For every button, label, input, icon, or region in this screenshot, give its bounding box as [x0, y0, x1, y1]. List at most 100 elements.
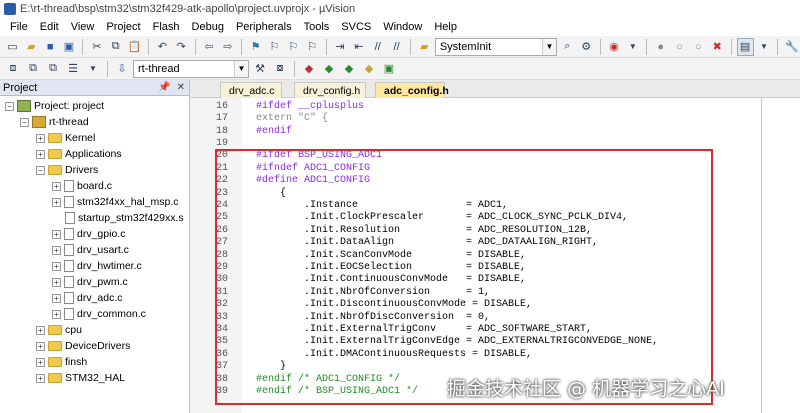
expand-icon[interactable]: + [36, 373, 45, 383]
menu-view[interactable]: View [65, 21, 101, 33]
prev-bookmark-icon[interactable]: ⚐ [266, 38, 283, 56]
expand-icon[interactable]: + [52, 261, 61, 271]
cut-icon[interactable]: ✂ [88, 38, 105, 56]
select-pack-icon[interactable]: ◆ [320, 60, 338, 78]
breakpoint-icon[interactable]: ● [652, 38, 669, 56]
manage-components-icon[interactable]: ◆ [300, 60, 318, 78]
tree-group-finsh[interactable]: + finsh [36, 354, 87, 370]
code-line[interactable]: 16 #ifdef __cplusplus [190, 100, 364, 113]
copy-icon[interactable]: ⧉ [107, 38, 124, 56]
tree-group-kernel[interactable]: + Kernel [36, 130, 95, 146]
menu-window[interactable]: Window [377, 21, 428, 33]
breakpoint-kill-all-icon[interactable]: ✖ [709, 38, 726, 56]
code-line[interactable]: 18 #endif [190, 125, 292, 138]
rebuild-icon[interactable]: ⧉ [44, 60, 62, 78]
paste-icon[interactable]: 📋 [126, 38, 143, 56]
find-icon[interactable]: ⌕ [559, 38, 576, 56]
expand-icon[interactable]: + [36, 133, 45, 143]
pack-installer-icon[interactable]: ◆ [340, 60, 358, 78]
tab-drv-adc-c[interactable]: drv_adc.c [220, 82, 282, 98]
breakpoint-disable-all-icon[interactable]: ○ [690, 38, 707, 56]
menu-help[interactable]: Help [428, 21, 463, 33]
tree-target[interactable]: − rt-thread [20, 114, 89, 130]
next-bookmark-icon[interactable]: ⚐ [285, 38, 302, 56]
expand-icon[interactable]: + [52, 197, 61, 207]
run-time-environment-icon[interactable]: ◆ [360, 60, 378, 78]
tree-file[interactable]: + drv_pwm.c [52, 274, 128, 290]
close-icon[interactable]: ✕ [177, 82, 185, 93]
breakpoint-disable-icon[interactable]: ○ [671, 38, 688, 56]
expand-icon[interactable]: + [36, 325, 45, 335]
collapse-icon[interactable]: − [36, 165, 45, 175]
menu-flash[interactable]: Flash [147, 21, 186, 33]
expand-icon[interactable]: + [52, 181, 61, 191]
chevron-down-icon[interactable]: ▼ [541, 38, 556, 55]
target-options-icon[interactable]: ⚒ [251, 60, 269, 78]
tree-group-cpu[interactable]: + cpu [36, 322, 82, 338]
menu-peripherals[interactable]: Peripherals [230, 21, 298, 33]
nav-forward-icon[interactable]: ⇨ [219, 38, 236, 56]
environment-icon[interactable]: ▣ [380, 60, 398, 78]
tree-file[interactable]: startup_stm32f429xx.s [65, 210, 184, 226]
undo-icon[interactable]: ↶ [154, 38, 171, 56]
indent-icon[interactable]: ⇥ [332, 38, 349, 56]
tree-file[interactable]: + drv_hwtimer.c [52, 258, 142, 274]
expand-icon[interactable]: + [36, 357, 45, 367]
find-in-files-icon[interactable]: ▰ [416, 38, 433, 56]
expand-icon[interactable]: + [52, 293, 61, 303]
clear-bookmarks-icon[interactable]: ⚐ [304, 38, 321, 56]
nav-back-icon[interactable]: ⇦ [201, 38, 218, 56]
batch-build-icon[interactable]: ☰ [64, 60, 82, 78]
tree-file[interactable]: + drv_usart.c [52, 242, 129, 258]
uncomment-icon[interactable]: // [388, 38, 405, 56]
tab-adc-config-h[interactable]: adc_config.h [375, 82, 449, 98]
tree-group-stm32-hal[interactable]: + STM32_HAL [36, 370, 125, 386]
tree-group-drivers[interactable]: − Drivers [36, 162, 98, 178]
unindent-icon[interactable]: ⇤ [350, 38, 367, 56]
menu-file[interactable]: File [4, 21, 34, 33]
open-file-icon[interactable]: ▰ [23, 38, 40, 56]
save-icon[interactable]: ■ [42, 38, 59, 56]
code-line[interactable]: 17 extern "C" { [190, 112, 328, 125]
configure-icon[interactable]: 🔧 [783, 38, 800, 56]
expand-icon[interactable]: + [52, 245, 61, 255]
translate-icon[interactable]: ⧈ [4, 60, 22, 78]
tree-project-root[interactable]: − Project: project [5, 98, 104, 114]
new-file-icon[interactable]: ▭ [4, 38, 21, 56]
chevron-down-icon[interactable]: ▼ [234, 60, 248, 77]
tab-drv-config-h[interactable]: drv_config.h [294, 82, 366, 98]
expand-icon[interactable]: + [52, 277, 61, 287]
redo-icon[interactable]: ↷ [173, 38, 190, 56]
menu-svcs[interactable]: SVCS [335, 21, 377, 33]
collapse-icon[interactable]: − [20, 117, 29, 127]
incremental-find-icon[interactable]: ⚙ [578, 38, 595, 56]
debug-session-icon[interactable]: ◉ [606, 38, 623, 56]
tree-group-devicedrivers[interactable]: + DeviceDrivers [36, 338, 130, 354]
download-icon[interactable]: ⇩ [113, 60, 131, 78]
chevron-down-icon[interactable]: ▼ [624, 38, 641, 56]
save-all-icon[interactable]: ▣ [61, 38, 78, 56]
expand-icon[interactable]: + [52, 229, 61, 239]
tree-file[interactable]: + drv_gpio.c [52, 226, 125, 242]
build-icon[interactable]: ⧉ [24, 60, 42, 78]
target-combo[interactable]: rt-thread ▼ [133, 59, 249, 78]
bookmark-icon[interactable]: ⚑ [247, 38, 264, 56]
menu-debug[interactable]: Debug [186, 21, 230, 33]
tree-group-applications[interactable]: + Applications [36, 146, 122, 162]
code-line[interactable]: 19 [190, 137, 242, 150]
window-layout-icon[interactable]: ▤ [736, 37, 754, 56]
chevron-down-icon[interactable]: ▼ [756, 38, 773, 56]
pin-icon[interactable]: 📌 [158, 82, 170, 93]
expand-icon[interactable]: + [52, 309, 61, 319]
tree-file[interactable]: + board.c [52, 178, 112, 194]
comment-icon[interactable]: // [369, 38, 386, 56]
menu-edit[interactable]: Edit [34, 21, 65, 33]
menu-tools[interactable]: Tools [298, 21, 336, 33]
file-extensions-icon[interactable]: ⧇ [271, 60, 289, 78]
chevron-down-icon[interactable]: ▼ [84, 60, 102, 78]
expand-icon[interactable]: + [36, 149, 45, 159]
tree-file[interactable]: + stm32f4xx_hal_msp.c [52, 194, 179, 210]
tree-file[interactable]: + drv_common.c [52, 306, 146, 322]
collapse-icon[interactable]: − [5, 101, 14, 111]
function-combo[interactable]: SystemInit ▼ [434, 37, 557, 56]
